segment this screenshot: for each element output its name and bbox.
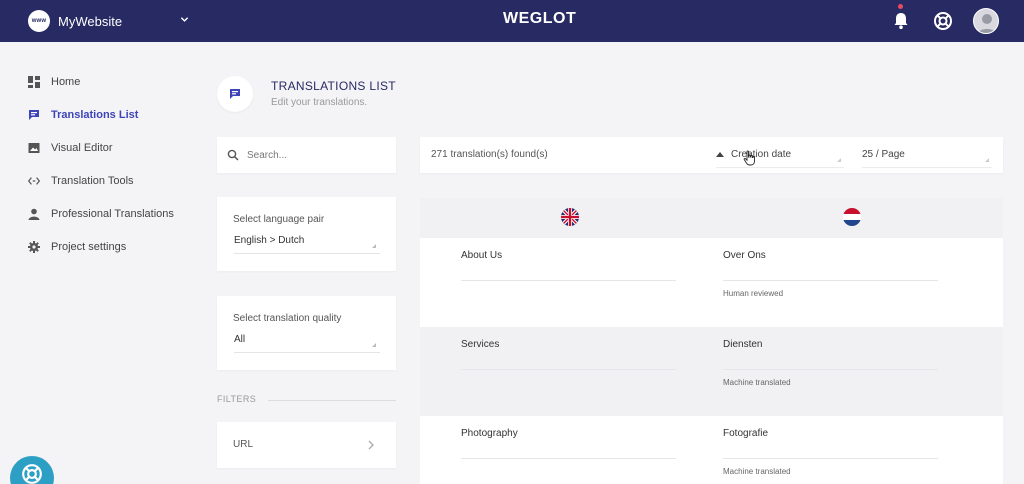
uk-flag-icon: [561, 208, 579, 226]
help-lifebuoy-icon[interactable]: [933, 11, 953, 31]
site-badge-icon: www: [28, 10, 50, 32]
search-icon: [227, 148, 239, 161]
translations-icon: [28, 109, 40, 121]
translation-status: Machine translated: [723, 467, 791, 476]
target-text[interactable]: Fotografie: [723, 428, 768, 439]
code-icon: [28, 175, 40, 187]
url-filter-label: URL: [233, 439, 254, 450]
target-underline: [723, 458, 938, 459]
source-underline: [461, 369, 676, 370]
source-text: Photography: [461, 428, 518, 439]
sidebar-item-professional-translations[interactable]: Professional Translations: [28, 204, 174, 224]
select-underline: [234, 352, 380, 353]
dropdown-caret-icon: [372, 244, 376, 248]
target-text[interactable]: Diensten: [723, 339, 762, 350]
sidebar-item-label: Professional Translations: [51, 208, 174, 220]
page-subtitle: Edit your translations.: [271, 97, 368, 108]
image-icon: [28, 142, 40, 154]
language-pair-label: Select language pair: [233, 214, 325, 225]
select-underline: [716, 167, 844, 168]
quality-value[interactable]: All: [234, 334, 245, 345]
source-text: Services: [461, 339, 500, 350]
person-icon: [28, 208, 40, 220]
sidebar-item-label: Translations List: [51, 109, 139, 121]
netherlands-flag-icon: [843, 208, 861, 226]
chevron-right-icon: [367, 440, 375, 453]
hand-cursor-icon: [743, 150, 757, 166]
sidebar-item-translations-list[interactable]: Translations List: [28, 105, 138, 125]
dropdown-caret-icon: [985, 158, 989, 162]
table-header: [420, 198, 1003, 238]
bell-icon[interactable]: [893, 12, 909, 30]
select-underline: [234, 253, 380, 254]
source-underline: [461, 458, 676, 459]
grid-icon: [28, 76, 40, 88]
search-input[interactable]: [247, 146, 387, 164]
translation-quality-select[interactable]: Select translation quality All: [217, 296, 396, 370]
chevron-down-icon[interactable]: [180, 15, 189, 26]
sidebar-item-label: Home: [51, 76, 81, 88]
select-underline: [862, 167, 992, 168]
sidebar-item-visual-editor[interactable]: Visual Editor: [28, 138, 113, 158]
page-size-select[interactable]: 25 / Page: [862, 149, 992, 168]
source-underline: [461, 280, 676, 281]
sort-select[interactable]: Creation date: [716, 149, 844, 168]
target-underline: [723, 369, 938, 370]
table-row[interactable]: Services Diensten Machine translated: [420, 327, 1003, 416]
quality-label: Select translation quality: [233, 313, 342, 324]
table-row[interactable]: Photography Fotografie Machine translate…: [420, 416, 1003, 484]
source-text: About Us: [461, 250, 503, 261]
url-filter[interactable]: URL: [217, 422, 396, 468]
sidebar-item-label: Project settings: [51, 241, 127, 253]
results-count: 271 translation(s) found(s): [431, 149, 548, 160]
table-row[interactable]: About Us Over Ons Human reviewed: [420, 238, 1003, 327]
sort-arrow-icon[interactable]: [716, 152, 724, 157]
translation-status: Machine translated: [723, 378, 791, 387]
sidebar-item-project-settings[interactable]: Project settings: [28, 237, 126, 257]
translation-status: Human reviewed: [723, 289, 784, 298]
dropdown-caret-icon: [372, 343, 376, 347]
sort-label: Creation date: [731, 149, 792, 160]
site-selector[interactable]: www MyWebsite: [28, 9, 189, 33]
target-text[interactable]: Over Ons: [723, 250, 766, 261]
notification-dot: [898, 4, 903, 9]
page-title: TRANSLATIONS LIST: [271, 79, 396, 93]
language-pair-select[interactable]: Select language pair English > Dutch: [217, 197, 396, 271]
results-toolbar: 271 translation(s) found(s) Creation dat…: [420, 137, 1003, 173]
search-box: [217, 137, 396, 173]
target-underline: [723, 280, 938, 281]
filters-heading: FILTERS: [217, 394, 257, 404]
filters-divider: [268, 400, 396, 401]
sidebar-item-home[interactable]: Home: [28, 72, 80, 92]
sidebar-item-translation-tools[interactable]: Translation Tools: [28, 171, 134, 191]
site-name: MyWebsite: [58, 13, 123, 29]
dropdown-caret-icon: [837, 158, 841, 162]
brand-logo: WEGLOT: [503, 10, 577, 27]
sidebar: Home Translations List Visual Editor Tra…: [0, 42, 200, 484]
gear-icon: [28, 241, 40, 253]
page-size-value: 25 / Page: [862, 149, 905, 160]
translations-header-icon: [217, 76, 253, 112]
sidebar-item-label: Visual Editor: [51, 142, 113, 154]
top-bar: www MyWebsite WEGLOT: [0, 0, 1024, 42]
help-lifebuoy-icon: [21, 463, 43, 484]
sidebar-item-label: Translation Tools: [51, 175, 134, 187]
avatar[interactable]: [973, 8, 999, 34]
language-pair-value[interactable]: English > Dutch: [234, 235, 304, 246]
